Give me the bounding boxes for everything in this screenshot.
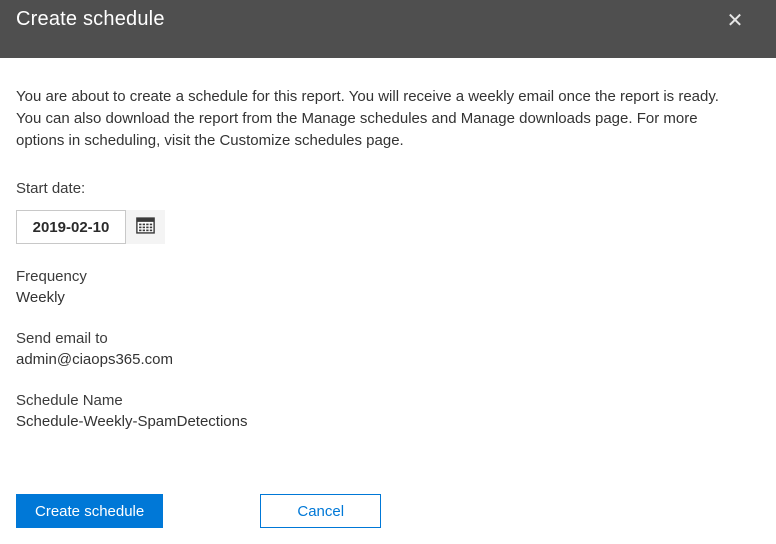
page-title: Create schedule [16, 8, 165, 30]
close-icon: ✕ [726, 10, 744, 32]
send-email-label: Send email to [16, 330, 108, 347]
dialog-body: You are about to create a schedule for t… [0, 58, 776, 433]
send-email-field: Send email to admin@ciaops365.com [16, 329, 748, 371]
calendar-picker-button[interactable] [126, 210, 165, 244]
start-date-input[interactable] [16, 210, 126, 244]
create-schedule-button[interactable]: Create schedule [16, 494, 164, 528]
schedule-name-field: Schedule Name Schedule-Weekly-SpamDetect… [16, 391, 748, 433]
send-email-value: admin@ciaops365.com [16, 351, 173, 368]
start-date-label: Start date: [16, 180, 86, 197]
dialog-header: Create schedule ✕ [0, 0, 776, 58]
frequency-field: Frequency Weekly [16, 267, 748, 309]
cancel-button[interactable]: Cancel [260, 494, 382, 528]
calendar-icon [136, 216, 155, 238]
frequency-value: Weekly [16, 289, 65, 306]
schedule-name-label: Schedule Name [16, 392, 123, 409]
frequency-label: Frequency [16, 268, 87, 285]
schedule-description: You are about to create a schedule for t… [16, 88, 719, 149]
date-picker-control [16, 210, 165, 244]
close-button[interactable]: ✕ [722, 8, 748, 34]
schedule-name-value: Schedule-Weekly-SpamDetections [16, 413, 248, 430]
dialog-footer: Create schedule Cancel [16, 494, 382, 528]
create-schedule-dialog: Create schedule ✕ You are about to creat… [0, 0, 776, 544]
